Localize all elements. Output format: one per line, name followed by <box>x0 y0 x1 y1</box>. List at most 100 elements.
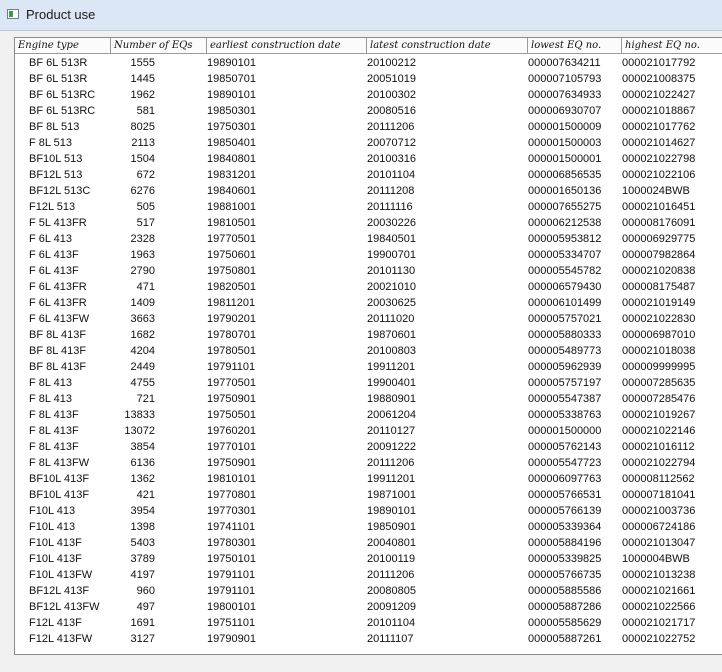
table-cell: F 8L 413 <box>29 393 73 405</box>
table-row[interactable]: F 8L 413 4755 19770501 19900401 000005757197… <box>15 375 722 391</box>
table-header: Engine type Number of EQs earliest const… <box>15 38 722 55</box>
table-cell: 421 <box>136 489 155 501</box>
table-cell: 19770101 <box>207 441 256 453</box>
table-cell: BF 8L 413F <box>29 329 87 341</box>
table-cell: 1691 <box>130 617 155 629</box>
column-header-number-of-eqs[interactable]: Number of EQs <box>111 38 207 54</box>
table-row[interactable]: BF12L 413FW 497 19800101 20091209 0000058872… <box>15 599 722 615</box>
table-cell: 19780501 <box>207 345 256 357</box>
table-row[interactable]: F10L 413FW 4197 19791101 20111206 0000057667… <box>15 567 722 583</box>
table-cell: F 8L 413 <box>29 377 73 389</box>
table-row[interactable]: BF12L 513 672 19831201 20101104 000006856535… <box>15 167 722 183</box>
table-cell: 000021022794 <box>622 457 696 469</box>
table-row[interactable]: F10L 413 1398 19741101 19850901 000005339364… <box>15 519 722 535</box>
table-cell: BF10L 513 <box>29 153 83 165</box>
table-cell: 19770501 <box>207 377 256 389</box>
table-cell: 19791101 <box>207 361 256 373</box>
column-header-engine-type[interactable]: Engine type <box>15 38 111 54</box>
table-cell: 000005338763 <box>528 409 602 421</box>
table-row[interactable]: F 6L 413F 2790 19750801 20101130 00000554578… <box>15 263 722 279</box>
table-row[interactable]: F 5L 413FR 517 19810501 20030226 00000621253… <box>15 215 722 231</box>
table-cell: 000007181041 <box>622 489 696 501</box>
table-cell: 000007285476 <box>622 393 696 405</box>
table-cell: 20111107 <box>367 633 414 645</box>
table-row[interactable]: BF 6L 513R 1555 19890101 20100212 0000076342… <box>15 55 722 71</box>
table-cell: F 6L 413FR <box>29 281 87 293</box>
table-cell: 20111206 <box>367 569 415 581</box>
table-cell: 19741101 <box>207 521 256 533</box>
table-cell: F 8L 413FW <box>29 457 90 469</box>
table-cell: 20101104 <box>367 169 416 181</box>
table-cell: 4755 <box>130 377 155 389</box>
table-cell: 1398 <box>130 521 155 533</box>
table-row[interactable]: F 6L 413F 1963 19750601 19900701 00000533470… <box>15 247 722 263</box>
table-cell: 000021022427 <box>622 89 696 101</box>
table-row[interactable]: BF12L 513C 6276 19840601 20111208 0000016501… <box>15 183 722 199</box>
table-cell: 3854 <box>130 441 155 453</box>
product-use-table: Engine type Number of EQs earliest const… <box>14 37 722 655</box>
table-row[interactable]: F12L 413F 1691 19751101 20101104 00000558562… <box>15 615 722 631</box>
table-row[interactable]: BF 8L 413F 1682 19780701 19870601 0000058803… <box>15 327 722 343</box>
column-header-earliest-construction-date[interactable]: earliest construction date <box>207 38 367 54</box>
table-row[interactable]: F 8L 413F 13072 19760201 20110127 0000015000… <box>15 423 722 439</box>
column-header-highest-eq-no[interactable]: highest EQ no. <box>622 38 722 54</box>
table-cell: 3663 <box>130 313 155 325</box>
table-row[interactable]: BF10L 413F 1362 19810101 19911201 0000060977… <box>15 471 722 487</box>
table-cell: 721 <box>136 393 155 405</box>
table-row[interactable]: F 6L 413FR 1409 19811201 20030625 0000061014… <box>15 295 722 311</box>
table-cell: F 6L 413F <box>29 265 79 277</box>
table-cell: 20080516 <box>367 105 416 117</box>
table-row[interactable]: F 8L 413 721 19750901 19880901 000005547387 0… <box>15 391 722 407</box>
table-row[interactable]: F12L 413FW 3127 19790901 20111107 0000058872… <box>15 631 722 647</box>
table-cell: 19750901 <box>207 393 256 405</box>
table-row[interactable]: F 8L 413F 3854 19770101 20091222 00000576214… <box>15 439 722 455</box>
table-row[interactable]: F12L 513 505 19881001 20111116 000007655275 0… <box>15 199 722 215</box>
table-row[interactable]: F 8L 413F 13833 19750501 20061204 0000053387… <box>15 407 722 423</box>
table-row[interactable]: F 8L 413FW 6136 19750901 20111206 0000055477… <box>15 455 722 471</box>
column-header-lowest-eq-no[interactable]: lowest EQ no. <box>528 38 622 54</box>
table-cell: 19850301 <box>207 105 256 117</box>
table-row[interactable]: F 6L 413FW 3663 19790201 20111020 0000057570… <box>15 311 722 327</box>
table-cell: 000005762143 <box>528 441 602 453</box>
table-row[interactable]: BF 8L 513 8025 19750301 20111206 00000150000… <box>15 119 722 135</box>
table-cell: F 8L 413F <box>29 441 79 453</box>
table-row[interactable]: BF 6L 513RC 1962 19890101 20100302 000007634… <box>15 87 722 103</box>
table-cell: 000021016112 <box>622 441 695 453</box>
table-cell: 1962 <box>130 89 155 101</box>
table-cell: F12L 413FW <box>29 633 93 645</box>
table-row[interactable]: BF 8L 413F 2449 19791101 19911201 0000059629… <box>15 359 722 375</box>
table-row[interactable]: F 8L 513 2113 19850401 20070712 000001500003… <box>15 135 722 151</box>
table-row[interactable]: F10L 413F 5403 19780301 20040801 00000588419… <box>15 535 722 551</box>
table-cell: 20030226 <box>367 217 416 229</box>
table-cell: 000021022798 <box>622 153 696 165</box>
table-row[interactable]: BF 6L 513RC 581 19850301 20080516 0000069307… <box>15 103 722 119</box>
table-cell: 20051019 <box>367 73 416 85</box>
table-row[interactable]: BF 8L 413F 4204 19780501 20100803 0000054897… <box>15 343 722 359</box>
table-cell: BF 6L 513RC <box>29 89 96 101</box>
table-cell: 19760201 <box>207 425 256 437</box>
table-row[interactable]: F 6L 413 2328 19770501 19840501 000005953812… <box>15 231 722 247</box>
table-cell: 20091222 <box>367 441 416 453</box>
table-row[interactable]: BF 6L 513R 1445 19850701 20051019 0000071057… <box>15 71 722 87</box>
table-row[interactable]: F 6L 413FR 471 19820501 20021010 00000657943… <box>15 279 722 295</box>
table-cell: 19751101 <box>207 617 256 629</box>
table-cell: 000021021717 <box>622 617 696 629</box>
title-bar[interactable]: Product use <box>0 0 722 31</box>
table-cell: 1555 <box>130 57 155 69</box>
table-cell: 000021022106 <box>622 169 696 181</box>
table-cell: 1682 <box>130 329 155 341</box>
table-row[interactable]: BF10L 513 1504 19840801 20100316 00000150000… <box>15 151 722 167</box>
table-cell: 1409 <box>130 297 155 309</box>
table-cell: 000006101499 <box>528 297 602 309</box>
table-row[interactable]: F10L 413F 3789 19750101 20100119 00000533982… <box>15 551 722 567</box>
table-cell: 3954 <box>130 505 155 517</box>
table-cell: 000006097763 <box>528 473 602 485</box>
table-row[interactable]: F10L 413 3954 19770301 19890101 000005766139… <box>15 503 722 519</box>
table-row[interactable]: BF12L 413F 960 19791101 20080805 00000588558… <box>15 583 722 599</box>
table-row[interactable]: BF10L 413F 421 19770801 19871001 00000576653… <box>15 487 722 503</box>
table-cell: 000005547387 <box>528 393 602 405</box>
window-title: Product use <box>26 7 96 22</box>
table-cell: 000006987010 <box>622 329 696 341</box>
table-cell: 2449 <box>130 361 155 373</box>
column-header-latest-construction-date[interactable]: latest construction date <box>367 38 528 54</box>
